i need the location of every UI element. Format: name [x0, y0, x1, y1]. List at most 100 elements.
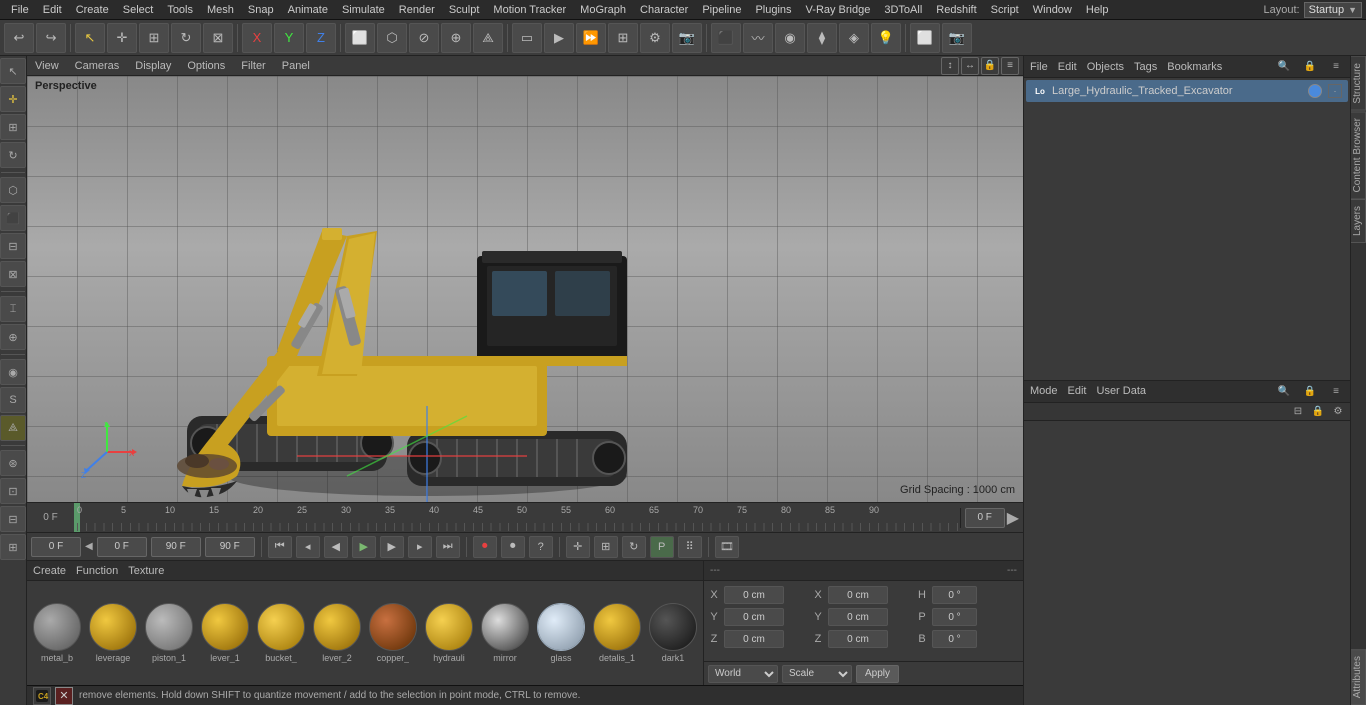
menu-tools[interactable]: Tools — [160, 0, 200, 20]
menu-help[interactable]: Help — [1079, 0, 1116, 20]
transport-film[interactable]: 🎞 — [715, 536, 739, 558]
menu-redshift[interactable]: Redshift — [929, 0, 983, 20]
material-item-mirror[interactable]: mirror — [479, 603, 531, 663]
point-mode-button[interactable]: ⊕ — [441, 23, 471, 53]
status-close-button[interactable]: ✕ — [55, 687, 73, 705]
render-region-button[interactable]: ▭ — [512, 23, 542, 53]
viewport-ctrl-1[interactable]: ↕ — [941, 57, 959, 75]
menu-mograph[interactable]: MoGraph — [573, 0, 633, 20]
camera-button[interactable]: 📷 — [942, 23, 972, 53]
transport-record[interactable]: ⏺ — [473, 536, 497, 558]
transport-rotate-key[interactable]: ↻ — [622, 536, 646, 558]
menu-mesh[interactable]: Mesh — [200, 0, 241, 20]
side-tab-attributes[interactable]: Attributes — [1351, 649, 1366, 705]
material-item-leverage[interactable]: leverage — [87, 603, 139, 663]
attr-lock2-icon[interactable]: 🔒 — [1310, 403, 1326, 419]
coord-p-input[interactable] — [932, 608, 977, 626]
obj-menu-edit[interactable]: Edit — [1058, 61, 1077, 73]
menu-character[interactable]: Character — [633, 0, 695, 20]
nurbs-button[interactable]: ◉ — [775, 23, 805, 53]
object-item-excavator[interactable]: Lo Large_Hydraulic_Tracked_Excavator · — [1026, 80, 1348, 102]
obj-menu-file[interactable]: File — [1030, 61, 1048, 73]
attr-menu-icon[interactable]: ≡ — [1328, 383, 1344, 399]
timeline[interactable]: 0 F 0 5 10 15 20 25 30 35 40 — [27, 502, 1023, 532]
undo-button[interactable]: ↩ — [4, 23, 34, 53]
mat-menu-function[interactable]: Function — [76, 565, 118, 577]
viewport-tab-options[interactable]: Options — [183, 60, 229, 72]
left-tool-2[interactable]: ✛ — [0, 86, 26, 112]
transport-current-frame[interactable] — [97, 537, 147, 557]
left-tool-3[interactable]: ⊞ — [0, 114, 26, 140]
scale-tool-button[interactable]: ⊞ — [139, 23, 169, 53]
obj-menu-bookmarks[interactable]: Bookmarks — [1167, 61, 1222, 73]
apply-button[interactable]: Apply — [856, 665, 899, 683]
side-tab-content-browser[interactable]: Content Browser — [1351, 111, 1366, 199]
transport-end-frame-2[interactable] — [205, 537, 255, 557]
transport-next[interactable]: ▶ — [380, 536, 404, 558]
left-tool-14[interactable]: ⊛ — [0, 450, 26, 476]
material-item-hydraulic[interactable]: hydrauli — [423, 603, 475, 663]
mat-menu-create[interactable]: Create — [33, 565, 66, 577]
coord-z-size-input[interactable] — [828, 630, 888, 648]
left-tool-9[interactable]: ⌶ — [0, 296, 26, 322]
move-tool-button[interactable]: ✛ — [107, 23, 137, 53]
left-tool-13[interactable]: ⟁ — [0, 415, 26, 441]
object-mode-button[interactable]: ⬜ — [345, 23, 375, 53]
left-tool-1[interactable]: ↖ — [0, 58, 26, 84]
viewport-ctrl-lock[interactable]: 🔒 — [981, 57, 999, 75]
left-tool-10[interactable]: ⊕ — [0, 324, 26, 350]
material-item-lever1[interactable]: lever_1 — [199, 603, 251, 663]
menu-motion-tracker[interactable]: Motion Tracker — [486, 0, 573, 20]
render-camera-button[interactable]: 📷 — [672, 23, 702, 53]
transport-last[interactable]: ⏭ — [436, 536, 460, 558]
axis-y-button[interactable]: Y — [274, 23, 304, 53]
attr-menu-userdata[interactable]: User Data — [1097, 385, 1147, 397]
rotate-tool-button[interactable]: ↻ — [171, 23, 201, 53]
material-item-bucket[interactable]: bucket_ — [255, 603, 307, 663]
render-settings-button[interactable]: ⚙ — [640, 23, 670, 53]
cube-prim-button[interactable]: ⬛ — [711, 23, 741, 53]
transport-prev[interactable]: ◀ — [324, 536, 348, 558]
viewport-tab-view[interactable]: View — [31, 60, 63, 72]
viewport-ctrl-menu[interactable]: ≡ — [1001, 57, 1019, 75]
frame-end-input[interactable] — [965, 508, 1005, 528]
menu-select[interactable]: Select — [116, 0, 161, 20]
attr-menu-mode[interactable]: Mode — [1030, 385, 1058, 397]
deformer-button[interactable]: ⧫ — [807, 23, 837, 53]
material-item-glass[interactable]: glass — [535, 603, 587, 663]
axis-x-button[interactable]: X — [242, 23, 272, 53]
menu-animate[interactable]: Animate — [281, 0, 335, 20]
obj-menu-icon[interactable]: ≡ — [1328, 59, 1344, 75]
left-tool-12[interactable]: S — [0, 387, 26, 413]
floor-button[interactable]: ⬜ — [910, 23, 940, 53]
menu-snap[interactable]: Snap — [241, 0, 281, 20]
coord-y-pos-input[interactable] — [724, 608, 784, 626]
transport-dots[interactable]: ⠿ — [678, 536, 702, 558]
menu-vray[interactable]: V-Ray Bridge — [799, 0, 878, 20]
coord-z-pos-input[interactable] — [724, 630, 784, 648]
viewport-tab-panel[interactable]: Panel — [278, 60, 314, 72]
timeline-end-arrow[interactable]: ▶ — [1007, 508, 1019, 528]
left-tool-4[interactable]: ↻ — [0, 142, 26, 168]
menu-pipeline[interactable]: Pipeline — [695, 0, 748, 20]
left-tool-17[interactable]: ⊞ — [0, 534, 26, 560]
render-all-button[interactable]: ⏩ — [576, 23, 606, 53]
attr-search-icon[interactable]: 🔍 — [1276, 383, 1292, 399]
transport-end-frame-1[interactable] — [151, 537, 201, 557]
redo-button[interactable]: ↩ — [36, 23, 66, 53]
menu-simulate[interactable]: Simulate — [335, 0, 392, 20]
edge-mode-button[interactable]: ⊘ — [409, 23, 439, 53]
viewport-tab-display[interactable]: Display — [131, 60, 175, 72]
attr-collapse-icon[interactable]: ⊟ — [1290, 403, 1306, 419]
menu-sculpt[interactable]: Sculpt — [442, 0, 487, 20]
transform-tool-button[interactable]: ⊠ — [203, 23, 233, 53]
menu-file[interactable]: File — [4, 0, 36, 20]
object-vis-toggle[interactable]: · — [1328, 84, 1342, 98]
layout-selector[interactable]: Startup ▼ — [1304, 2, 1362, 18]
material-item-piston[interactable]: piston_1 — [143, 603, 195, 663]
coord-h-input[interactable] — [932, 586, 977, 604]
mat-menu-texture[interactable]: Texture — [128, 565, 164, 577]
transport-prev-key[interactable]: ◂ — [296, 536, 320, 558]
axis-z-button[interactable]: Z — [306, 23, 336, 53]
attr-menu-edit[interactable]: Edit — [1068, 385, 1087, 397]
